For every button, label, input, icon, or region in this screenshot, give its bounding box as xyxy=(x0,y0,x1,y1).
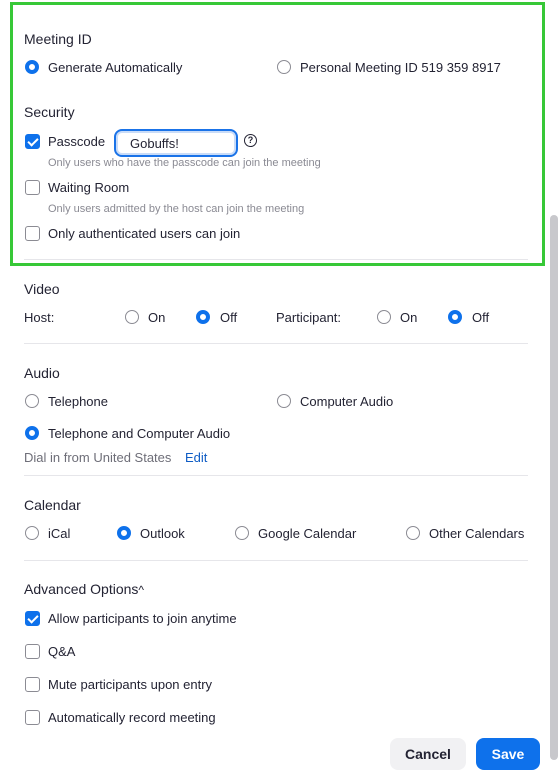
computer-audio-label[interactable]: Computer Audio xyxy=(300,394,393,409)
personal-meeting-id-label[interactable]: Personal Meeting ID 519 359 8917 xyxy=(300,60,501,75)
other-calendars-radio[interactable] xyxy=(406,526,420,540)
edit-link[interactable]: Edit xyxy=(185,450,207,465)
telephone-and-computer-audio-label[interactable]: Telephone and Computer Audio xyxy=(48,426,230,441)
passcode-input[interactable] xyxy=(114,129,238,157)
host-on-label[interactable]: On xyxy=(148,310,165,325)
security-heading: Security xyxy=(24,104,75,120)
waiting-room-checkbox[interactable] xyxy=(25,180,40,195)
help-icon[interactable]: ? xyxy=(244,134,257,147)
participant-on-label[interactable]: On xyxy=(400,310,417,325)
allow-join-anytime-label[interactable]: Allow participants to join anytime xyxy=(48,611,237,626)
ical-radio[interactable] xyxy=(25,526,39,540)
meeting-id-heading: Meeting ID xyxy=(24,31,92,47)
advanced-options-heading: Advanced Options xyxy=(24,581,139,597)
divider xyxy=(24,343,528,344)
allow-join-anytime-checkbox[interactable] xyxy=(25,611,40,626)
participant-off-radio[interactable] xyxy=(448,310,462,324)
passcode-label[interactable]: Passcode xyxy=(48,134,105,149)
divider xyxy=(24,259,528,260)
audio-heading: Audio xyxy=(24,365,60,381)
generate-automatically-radio[interactable] xyxy=(25,60,39,74)
advanced-options-toggle[interactable]: Advanced Options^ xyxy=(24,581,144,597)
passcode-checkbox[interactable] xyxy=(25,134,40,149)
mute-on-entry-checkbox[interactable] xyxy=(25,677,40,692)
cancel-button[interactable]: Cancel xyxy=(390,738,466,770)
google-calendar-radio[interactable] xyxy=(235,526,249,540)
host-off-label[interactable]: Off xyxy=(220,310,237,325)
auto-record-label[interactable]: Automatically record meeting xyxy=(48,710,216,725)
telephone-radio[interactable] xyxy=(25,394,39,408)
personal-meeting-id-radio[interactable] xyxy=(277,60,291,74)
qa-checkbox[interactable] xyxy=(25,644,40,659)
divider xyxy=(24,560,528,561)
host-off-radio[interactable] xyxy=(196,310,210,324)
participant-on-radio[interactable] xyxy=(377,310,391,324)
other-calendars-label[interactable]: Other Calendars xyxy=(429,526,524,541)
outlook-radio[interactable] xyxy=(117,526,131,540)
authenticated-users-label[interactable]: Only authenticated users can join xyxy=(48,226,240,241)
calendar-heading: Calendar xyxy=(24,497,81,513)
ical-label[interactable]: iCal xyxy=(48,526,70,541)
host-on-radio[interactable] xyxy=(125,310,139,324)
divider xyxy=(24,475,528,476)
qa-label[interactable]: Q&A xyxy=(48,644,75,659)
generate-automatically-label[interactable]: Generate Automatically xyxy=(48,60,182,75)
authenticated-users-checkbox[interactable] xyxy=(25,226,40,241)
dial-in-text: Dial in from United States xyxy=(24,450,172,465)
telephone-and-computer-audio-radio[interactable] xyxy=(25,426,39,440)
computer-audio-radio[interactable] xyxy=(277,394,291,408)
host-label: Host: xyxy=(24,310,55,325)
waiting-room-label[interactable]: Waiting Room xyxy=(48,180,129,195)
google-calendar-label[interactable]: Google Calendar xyxy=(258,526,356,541)
chevron-up-icon: ^ xyxy=(138,583,145,597)
passcode-hint: Only users who have the passcode can joi… xyxy=(48,157,321,169)
waiting-room-hint: Only users admitted by the host can join… xyxy=(48,203,305,215)
scrollbar-thumb[interactable] xyxy=(550,215,558,760)
participant-off-label[interactable]: Off xyxy=(472,310,489,325)
telephone-label[interactable]: Telephone xyxy=(48,394,108,409)
mute-on-entry-label[interactable]: Mute participants upon entry xyxy=(48,677,212,692)
video-heading: Video xyxy=(24,281,60,297)
outlook-label[interactable]: Outlook xyxy=(140,526,185,541)
participant-label: Participant: xyxy=(276,310,342,325)
auto-record-checkbox[interactable] xyxy=(25,710,40,725)
save-button[interactable]: Save xyxy=(476,738,540,770)
